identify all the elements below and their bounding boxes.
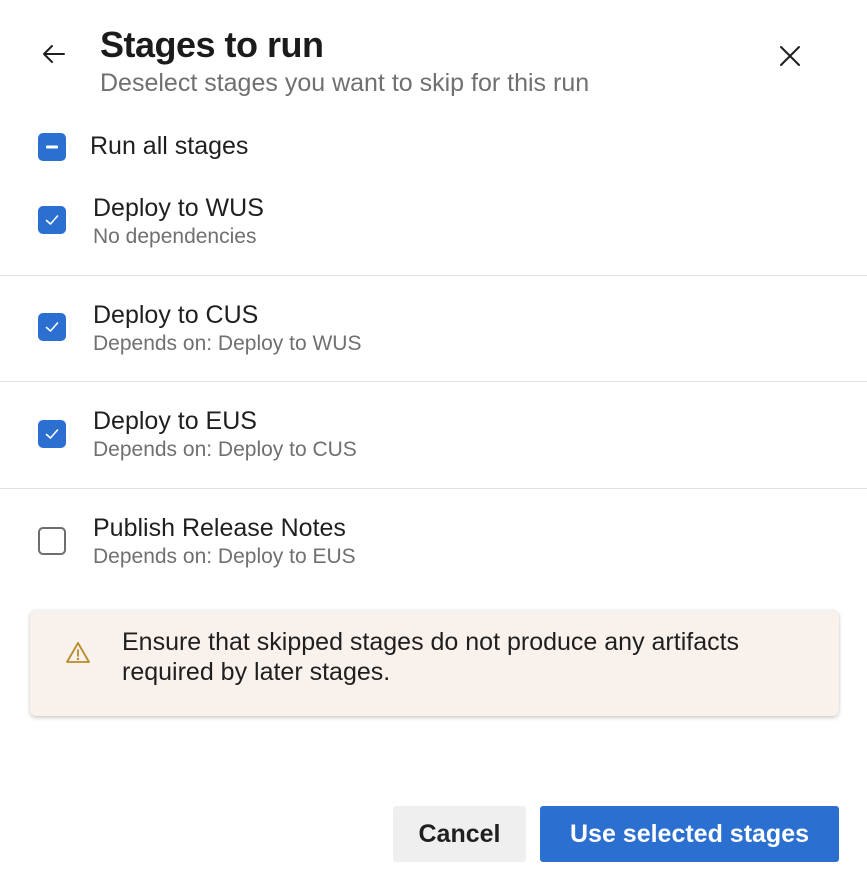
checkmark-icon: [45, 322, 59, 332]
stage-dependency: Depends on: Deploy to EUS: [93, 545, 356, 568]
page-subtitle: Deselect stages you want to skip for thi…: [100, 69, 590, 97]
divider: [0, 275, 867, 276]
dialog-header: Stages to run Deselect stages you want t…: [0, 0, 867, 110]
close-button[interactable]: [774, 40, 806, 72]
stage-name: Publish Release Notes: [93, 514, 346, 542]
stage-name: Deploy to CUS: [93, 301, 259, 329]
minus-icon: [46, 145, 58, 148]
stage-dependency: No dependencies: [93, 225, 257, 248]
stage-row[interactable]: Deploy to EUS Depends on: Deploy to CUS: [0, 401, 867, 507]
stage-dependency: Depends on: Deploy to WUS: [93, 332, 362, 355]
warning-icon: [66, 642, 90, 663]
stage-row[interactable]: Deploy to WUS No dependencies: [0, 188, 867, 294]
stage-name: Deploy to EUS: [93, 407, 257, 435]
stage-dependency: Depends on: Deploy to CUS: [93, 438, 357, 461]
divider: [0, 488, 867, 489]
stage-checkbox[interactable]: [38, 527, 66, 555]
back-button[interactable]: [38, 38, 70, 70]
run-all-stages-row[interactable]: Run all stages: [38, 132, 248, 161]
checkmark-icon: [45, 215, 59, 225]
close-icon: [780, 46, 800, 66]
stage-checkbox[interactable]: [38, 420, 66, 448]
stage-row[interactable]: Publish Release Notes Depends on: Deploy…: [0, 508, 867, 614]
run-all-checkbox[interactable]: [38, 132, 66, 161]
warning-text: Ensure that skipped stages do not produc…: [122, 628, 740, 686]
arrow-left-icon: [43, 45, 65, 63]
stage-name: Deploy to WUS: [93, 194, 264, 222]
stage-checkbox[interactable]: [38, 313, 66, 341]
stage-checkbox[interactable]: [38, 206, 66, 234]
page-title: Stages to run: [100, 24, 324, 65]
run-all-label: Run all stages: [90, 132, 249, 160]
checkmark-icon: [45, 429, 59, 439]
stage-row[interactable]: Deploy to CUS Depends on: Deploy to WUS: [0, 295, 867, 401]
divider: [0, 381, 867, 382]
cancel-button[interactable]: Cancel: [393, 806, 526, 862]
use-selected-stages-button[interactable]: Use selected stages: [540, 806, 839, 862]
warning-message-bar: Ensure that skipped stages do not produc…: [30, 610, 839, 716]
